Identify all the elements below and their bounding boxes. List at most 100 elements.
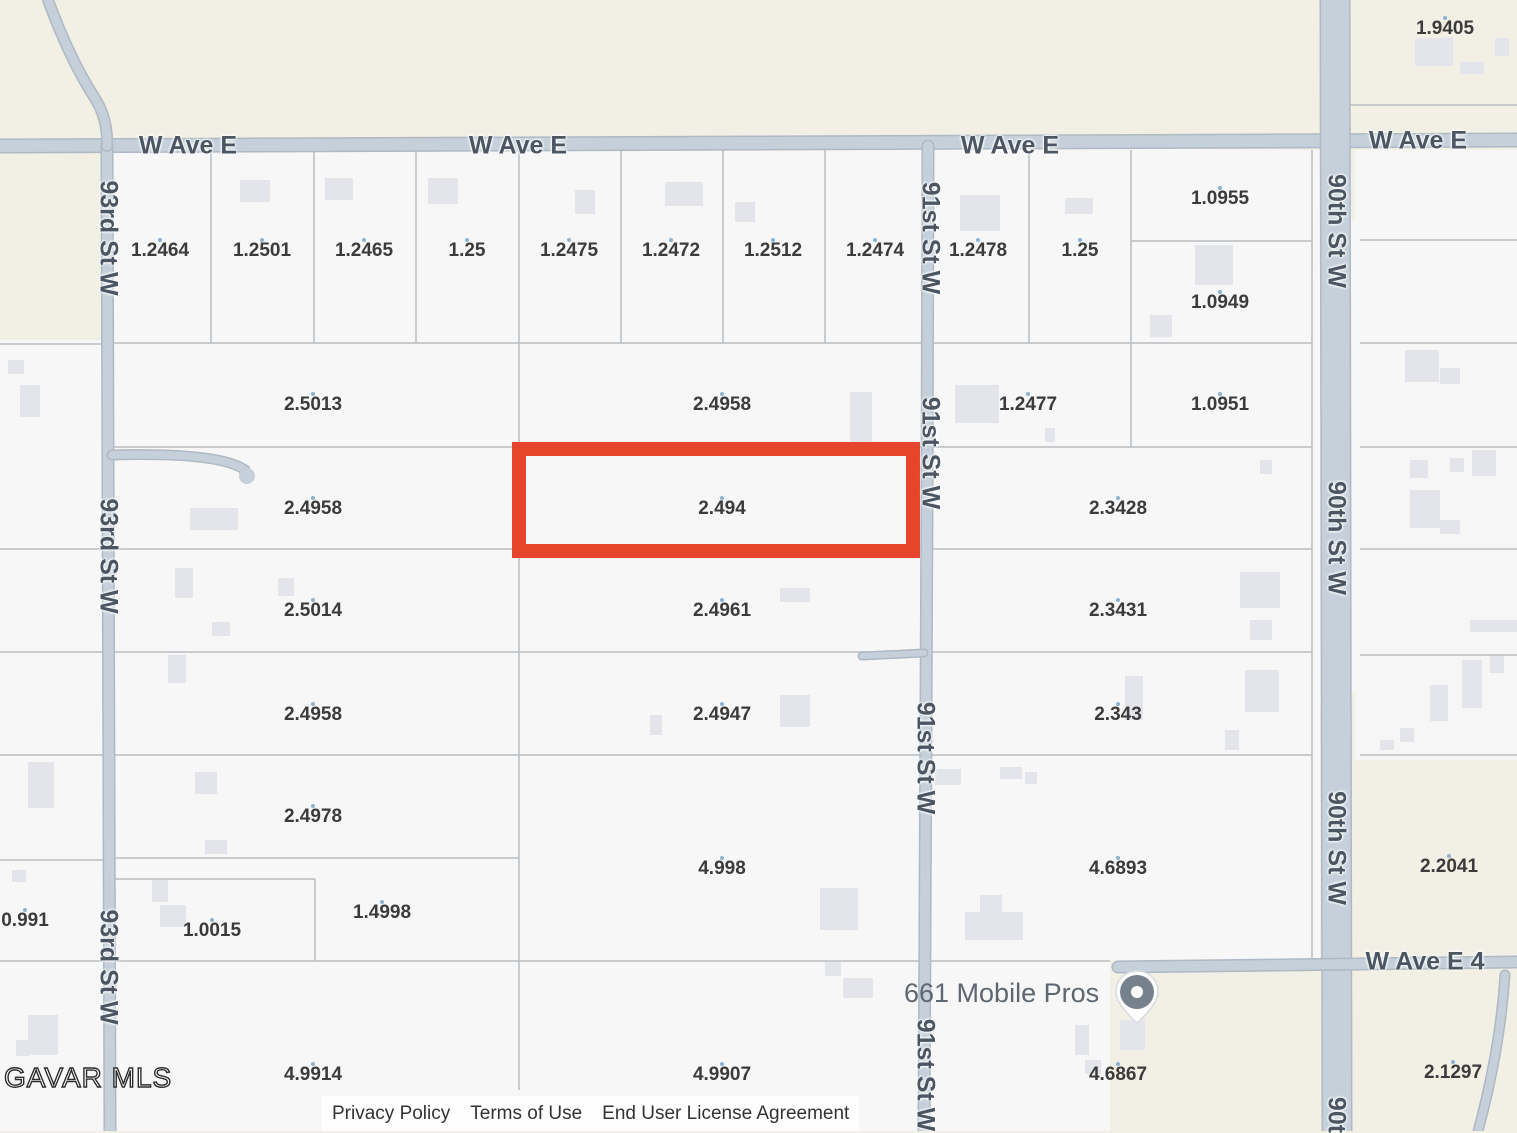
- building: [665, 182, 703, 206]
- building: [1225, 730, 1239, 750]
- parcel-label[interactable]: 2.3431: [1089, 600, 1147, 622]
- map-pin-icon[interactable]: [1113, 969, 1161, 1027]
- terms-of-use-link[interactable]: Terms of Use: [470, 1103, 582, 1125]
- building: [1410, 460, 1428, 478]
- parcel-label[interactable]: 1.2475: [540, 240, 598, 262]
- street-label-93rd-1: 93rd St W: [94, 180, 123, 296]
- building: [1025, 772, 1037, 784]
- building: [212, 622, 230, 636]
- parcel-label[interactable]: 4.6867: [1089, 1064, 1147, 1086]
- building: [1495, 38, 1509, 56]
- parcel-label[interactable]: 2.4958: [284, 704, 342, 726]
- building: [428, 178, 458, 204]
- building: [28, 762, 54, 808]
- parcel-label[interactable]: 2.4958: [284, 498, 342, 520]
- building: [1195, 245, 1233, 285]
- building: [1460, 62, 1484, 74]
- privacy-policy-link[interactable]: Privacy Policy: [332, 1103, 450, 1125]
- parcel-label[interactable]: 2.1297: [1424, 1062, 1482, 1084]
- building: [1150, 315, 1172, 337]
- building: [1405, 350, 1439, 382]
- parcel-label[interactable]: 4.9914: [284, 1064, 342, 1086]
- street-label-90th-2: 90th St W: [1322, 481, 1351, 595]
- building: [1400, 728, 1414, 742]
- parcel-label[interactable]: 1.2464: [131, 240, 189, 262]
- parcel-label[interactable]: 2.3428: [1089, 498, 1147, 520]
- building: [780, 695, 810, 727]
- street-label-w-ave-e-1: W Ave E: [138, 131, 238, 160]
- map-canvas[interactable]: 1.9405 1.2464 1.2501 1.2465 1.25 1.2475 1.2472…: [0, 0, 1517, 1133]
- parcel-label-selected[interactable]: 2.494: [698, 498, 746, 520]
- street-label-91st-2: 91st St W: [916, 396, 945, 510]
- parcel-label[interactable]: 4.6893: [1089, 858, 1147, 880]
- parcel-label[interactable]: 2.2041: [1420, 856, 1478, 878]
- parcel-label[interactable]: 2.4978: [284, 806, 342, 828]
- building: [28, 1015, 58, 1055]
- parcel-label[interactable]: 2.343: [1094, 704, 1142, 726]
- building: [190, 508, 238, 530]
- parcel-label[interactable]: 1.2512: [744, 240, 802, 262]
- building: [205, 840, 227, 854]
- poi-label[interactable]: 661 Mobile Pros: [904, 978, 1099, 1009]
- street-label-90th-4: 90t: [1322, 1096, 1351, 1133]
- parcel-label[interactable]: 2.5013: [284, 394, 342, 416]
- building: [780, 588, 810, 602]
- parcel-label[interactable]: 1.9405: [1416, 18, 1474, 40]
- building: [1075, 1025, 1089, 1055]
- parcel-label[interactable]: 1.0951: [1191, 394, 1249, 416]
- building: [1472, 450, 1496, 476]
- road-93rd-st-w-north: [43, 0, 112, 151]
- parcel-label[interactable]: 2.4958: [693, 394, 751, 416]
- building: [240, 180, 270, 202]
- parcel-label[interactable]: 1.25: [1062, 240, 1099, 262]
- street-label-91st-4: 91st St W: [911, 1018, 940, 1132]
- street-label-91st-1: 91st St W: [916, 181, 945, 295]
- parcel-label[interactable]: 1.0949: [1191, 292, 1249, 314]
- building: [1490, 655, 1504, 673]
- building: [1462, 660, 1482, 708]
- parcel-label[interactable]: 1.2477: [999, 394, 1057, 416]
- building: [1065, 198, 1093, 214]
- parcel-label[interactable]: 2.4947: [693, 704, 751, 726]
- building: [1440, 368, 1460, 384]
- building: [1240, 572, 1280, 608]
- parcel-label[interactable]: 1.25: [449, 240, 486, 262]
- street-label-91st-3: 91st St W: [911, 701, 940, 815]
- building: [1415, 38, 1453, 66]
- building: [195, 772, 217, 794]
- parcel-label[interactable]: 1.2501: [233, 240, 291, 262]
- road-driveway: [859, 650, 927, 659]
- parcel-label[interactable]: 1.2478: [949, 240, 1007, 262]
- building: [650, 715, 662, 735]
- building: [850, 392, 872, 444]
- parcel-label[interactable]: 1.0955: [1191, 188, 1249, 210]
- parcel-label[interactable]: 4.9907: [693, 1064, 751, 1086]
- street-label-w-ave-e-2: W Ave E: [468, 131, 568, 160]
- street-label-w-ave-e4: W Ave E 4: [1365, 947, 1485, 976]
- map-base-layer[interactable]: [0, 0, 1517, 1131]
- building: [1470, 620, 1517, 632]
- building: [1045, 428, 1055, 442]
- eula-link[interactable]: End User License Agreement: [602, 1103, 849, 1125]
- parcel-label[interactable]: 1.2472: [642, 240, 700, 262]
- building: [1410, 490, 1440, 528]
- parcel-label[interactable]: 2.4961: [693, 600, 751, 622]
- parcel-label[interactable]: 2.5014: [284, 600, 342, 622]
- building: [8, 360, 24, 374]
- building: [980, 895, 1002, 913]
- street-label-93rd-2: 93rd St W: [94, 498, 123, 614]
- parcel-label[interactable]: 1.2474: [846, 240, 904, 262]
- mls-watermark: GAVAR MLS: [3, 1061, 173, 1093]
- cul-de-sac-end: [239, 468, 255, 484]
- street-label-93rd-3: 93rd St W: [94, 909, 123, 1025]
- parcel-label[interactable]: 0.991: [1, 910, 49, 932]
- parcel-label[interactable]: 4.998: [698, 858, 746, 880]
- map-footer: Privacy Policy Terms of Use End User Lic…: [322, 1096, 860, 1131]
- building: [1245, 670, 1279, 712]
- building: [175, 568, 193, 598]
- parcel-label[interactable]: 1.4998: [353, 902, 411, 924]
- parcel-label[interactable]: 1.0015: [183, 920, 241, 942]
- building: [152, 880, 168, 902]
- parcel-label[interactable]: 1.2465: [335, 240, 393, 262]
- building: [965, 912, 1023, 940]
